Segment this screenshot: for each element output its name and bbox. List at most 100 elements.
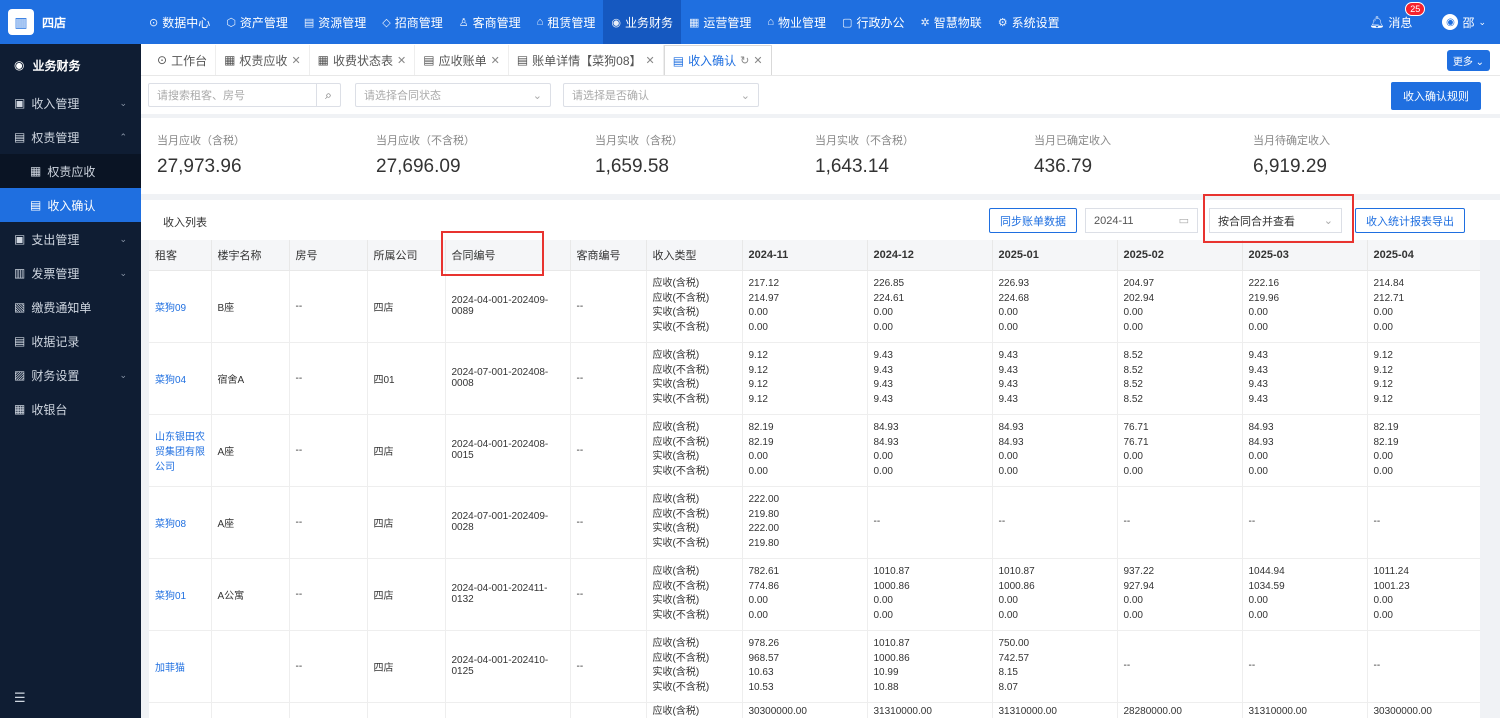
- nav-item-3[interactable]: ◇ 招商管理: [374, 0, 450, 44]
- nav-item-4[interactable]: ♙ 客商管理: [451, 0, 529, 44]
- amount: 84.93: [1248, 436, 1274, 448]
- nav-item-8[interactable]: ⌂ 物业管理: [759, 0, 834, 44]
- income-rule-button[interactable]: 收入确认规则: [1391, 82, 1481, 110]
- stat-label: 当月已确定收入: [1034, 135, 1111, 147]
- user-menu[interactable]: ◉ 邵 ⌄: [1442, 14, 1486, 31]
- nav-item-0[interactable]: ⊙ 数据中心: [141, 0, 218, 44]
- income-type: 实收(含税): [652, 307, 700, 318]
- amount: 0.00: [873, 451, 893, 462]
- amount: 28280000.00: [1123, 705, 1182, 717]
- more-tabs-button[interactable]: 更多 ⌄: [1446, 50, 1490, 71]
- income-type: 应收(不含税): [652, 364, 710, 376]
- chevron-icon: ⌄: [119, 267, 127, 278]
- amount: 9.12: [748, 350, 768, 361]
- amount: 9.43: [998, 379, 1018, 390]
- close-icon[interactable]: ✕: [291, 54, 300, 67]
- amount: 82.19: [1373, 422, 1399, 433]
- amount: 82.19: [748, 436, 774, 448]
- cell-tenant[interactable]: 菜狗08: [149, 486, 212, 559]
- amount: 0.00: [1373, 451, 1393, 462]
- sidebar-item-3[interactable]: ▥ 发票管理 ⌄: [0, 256, 141, 290]
- sidebar-subitem-0[interactable]: ▦ 权责应收: [0, 154, 141, 188]
- close-icon[interactable]: ✕: [753, 54, 762, 67]
- nav-icon: ◉: [611, 16, 621, 29]
- sidebar-item-6[interactable]: ▨ 财务设置 ⌄: [0, 358, 141, 392]
- month-value-cell: --: [1242, 486, 1368, 559]
- tab-0[interactable]: ⊙ 工作台: [149, 45, 217, 75]
- tab-label: 收入确认: [688, 54, 737, 68]
- tab-icon: ⊙: [157, 53, 168, 67]
- refresh-icon[interactable]: ↻: [740, 54, 749, 67]
- sidebar-item-2[interactable]: ▣ 支出管理 ⌄: [0, 222, 141, 256]
- confirm-status-select[interactable]: 请选择是否确认 ⌄: [563, 83, 759, 107]
- stat-value: 1,643.14: [815, 156, 889, 177]
- contract-status-select[interactable]: 请选择合同状态 ⌄: [355, 83, 551, 107]
- sidebar-item-1[interactable]: ▤ 权责管理 ⌃: [0, 120, 141, 154]
- amount: 0.00: [873, 307, 893, 318]
- view-mode-select[interactable]: 按合同合并查看 ⌄: [1209, 208, 1342, 233]
- sidebar-item-4[interactable]: ▧ 缴费通知单: [0, 290, 141, 324]
- amount: 84.93: [873, 422, 899, 433]
- export-report-button[interactable]: 收入统计报表导出: [1355, 208, 1465, 233]
- empty-amount: --: [1123, 659, 1131, 671]
- income-type: 应收(含税): [652, 350, 700, 361]
- month-picker[interactable]: 2024-11 ▭: [1085, 208, 1198, 233]
- sidebar-item-0[interactable]: ▣ 收入管理 ⌄: [0, 86, 141, 120]
- cell-tenant[interactable]: [149, 702, 212, 718]
- logo[interactable]: ▥ 四店: [0, 0, 141, 44]
- close-icon[interactable]: ✕: [646, 54, 655, 67]
- nav-item-9[interactable]: ▢ 行政办公: [834, 0, 912, 44]
- tab-icon: ▦: [224, 53, 236, 67]
- close-icon[interactable]: ✕: [491, 54, 500, 67]
- amount: 968.57: [748, 652, 780, 664]
- cell-tenant[interactable]: 菜狗09: [149, 270, 212, 343]
- sidebar-subitem-1[interactable]: ▤ 收入确认: [0, 188, 141, 222]
- search-icon[interactable]: ⌕: [316, 84, 340, 106]
- sidebar-item-5[interactable]: ▤ 收据记录: [0, 324, 141, 358]
- cell-tenant[interactable]: 菜狗04: [149, 342, 212, 415]
- month-header: 2025-03: [1242, 240, 1368, 271]
- nav-item-2[interactable]: ▤ 资源管理: [296, 0, 374, 44]
- nav-item-label: 招商管理: [394, 15, 443, 30]
- amount: 8.07: [998, 681, 1018, 693]
- cell-tenant[interactable]: 加菲猫: [149, 630, 212, 703]
- sidebar-item-7[interactable]: ▦ 收银台: [0, 392, 141, 426]
- cell-tenant[interactable]: 山东银田农贸集团有限公司: [149, 414, 212, 487]
- tab-1[interactable]: ▦ 权责应收 ✕: [216, 45, 310, 75]
- cell-tenant[interactable]: 菜狗01: [149, 558, 212, 631]
- messages-button[interactable]: 🔔︎ 消息 25: [1369, 1, 1426, 31]
- tab-3[interactable]: ▤ 应收账单 ✕: [415, 45, 509, 75]
- tab-4[interactable]: ▤ 账单详情【菜狗08】 ✕: [509, 45, 664, 75]
- main-nav: ⊙ 数据中心 ⬡ 资产管理 ▤ 资源管理 ◇ 招商管理 ♙ 客商管理 ⌂ 租赁管理 ◉ 业务财务 ▦ 运营管理…: [141, 0, 1068, 44]
- column-header: 所属公司: [367, 240, 446, 271]
- nav-item-10[interactable]: ✲ 智慧物联: [912, 0, 989, 44]
- income-type-cell: 应收(含税) 应收(不含税) 实收(含税) 实收(不含税): [646, 414, 743, 487]
- sidebar-item-label: 支出管理: [31, 232, 80, 247]
- sidebar-item-label: 收银台: [31, 402, 68, 417]
- collapse-menu-icon[interactable]: ☰: [14, 690, 26, 706]
- amount: 31310000.00: [1248, 705, 1307, 717]
- tab-5[interactable]: ▤ 收入确认 ↻ ✕: [663, 45, 772, 75]
- income-type-cell: 应收(含税) 应收(不含税) 实收(含税) 实收(不含税): [646, 270, 743, 343]
- nav-item-7[interactable]: ▦ 运营管理: [681, 0, 759, 44]
- sync-bill-button[interactable]: 同步账单数据: [989, 208, 1077, 233]
- nav-item-1[interactable]: ⬡ 资产管理: [218, 0, 296, 44]
- amount: 0.00: [1248, 451, 1268, 462]
- amount: 224.68: [998, 292, 1030, 304]
- search-input[interactable]: 请搜索租客、房号 ⌕: [148, 83, 341, 107]
- month-value-cell: 782.61 774.86 0.00 0.00: [742, 558, 868, 631]
- nav-item-5[interactable]: ⌂ 租赁管理: [529, 0, 604, 44]
- close-icon[interactable]: ✕: [397, 54, 406, 67]
- nav-item-11[interactable]: ⚙ 系统设置: [990, 0, 1068, 44]
- nav-item-label: 物业管理: [778, 15, 827, 30]
- stat-0: 当月应收（含税） 27,973.96: [157, 132, 245, 178]
- cell-room: --: [289, 270, 368, 343]
- month-value-cell: 937.22 927.94 0.00 0.00: [1117, 558, 1243, 631]
- nav-item-6[interactable]: ◉ 业务财务: [603, 0, 681, 44]
- table-scrollbar[interactable]: [1480, 240, 1500, 718]
- income-type-cell: 应收(含税) 应收(不含税) 实收(含税) 实收(不含税): [646, 558, 743, 631]
- tab-2[interactable]: ▦ 收费状态表 ✕: [310, 45, 416, 75]
- amount: 0.00: [1248, 465, 1268, 477]
- stat-value: 436.79: [1034, 156, 1093, 177]
- month-value-cell: 978.26 968.57 10.63 10.53: [742, 630, 868, 703]
